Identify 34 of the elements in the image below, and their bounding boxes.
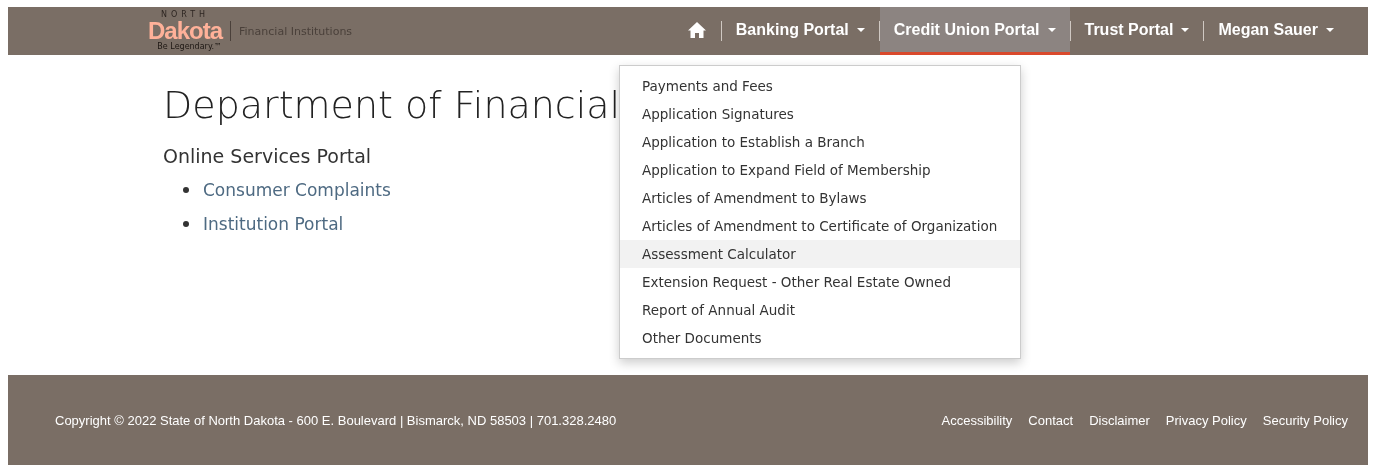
nav-menu[interactable]: Banking Portal: [721, 7, 879, 55]
portal-link[interactable]: Consumer Complaints: [203, 180, 391, 200]
footer-link[interactable]: Security Policy: [1262, 412, 1348, 428]
page-title: Department of Financial: [163, 83, 621, 127]
home-icon: [686, 20, 707, 39]
menu-item[interactable]: Other Documents: [620, 324, 1020, 352]
footer-link[interactable]: Privacy Policy: [1165, 412, 1247, 428]
menu-item[interactable]: Application to Establish a Branch: [620, 128, 1020, 156]
menu-item[interactable]: Assessment Calculator: [620, 240, 1020, 268]
menu-item[interactable]: Payments and Fees: [620, 72, 1020, 100]
bullet-icon: [183, 221, 189, 227]
portal-link[interactable]: Institution Portal: [203, 214, 344, 234]
page-subtitle: Online Services Portal: [163, 145, 373, 167]
logo-wordmark: Dakota: [148, 19, 223, 43]
menu-item[interactable]: Extension Request - Other Real Estate Owned: [620, 268, 1020, 296]
nav-menu[interactable]: Credit Union Portal: [879, 7, 1070, 55]
menu-item[interactable]: Articles of Amendment to Certificate of Organization: [620, 212, 1020, 240]
bullet-icon: [183, 187, 189, 193]
menu-item[interactable]: Application to Expand Field of Membership: [620, 156, 1020, 184]
nav-menu[interactable]: Megan Sauer: [1204, 7, 1348, 55]
caret-icon: [1047, 27, 1056, 32]
logo-tagline: Be Legendary.™: [157, 43, 223, 51]
copyright-text: Copyright © 2022 State of North Dakota - 600 E. Boulevard | Bismarck, ND 58503 | 701.328.2480: [55, 412, 617, 428]
caret-icon: [1181, 27, 1190, 32]
caret-icon: [1326, 27, 1334, 32]
nav-menu[interactable]: Trust Portal: [1070, 7, 1204, 55]
caret-icon: [856, 27, 865, 32]
footer-link[interactable]: Disclaimer: [1089, 412, 1150, 428]
footer-link[interactable]: Accessibility: [941, 412, 1013, 428]
menu-item[interactable]: Application Signatures: [620, 100, 1020, 128]
footer-link[interactable]: Contact: [1028, 412, 1074, 428]
logo-caption: NORTH: [160, 11, 210, 19]
menu-item[interactable]: Report of Annual Audit: [620, 296, 1020, 324]
menu-item[interactable]: Articles of Amendment to Bylaws: [620, 184, 1020, 212]
